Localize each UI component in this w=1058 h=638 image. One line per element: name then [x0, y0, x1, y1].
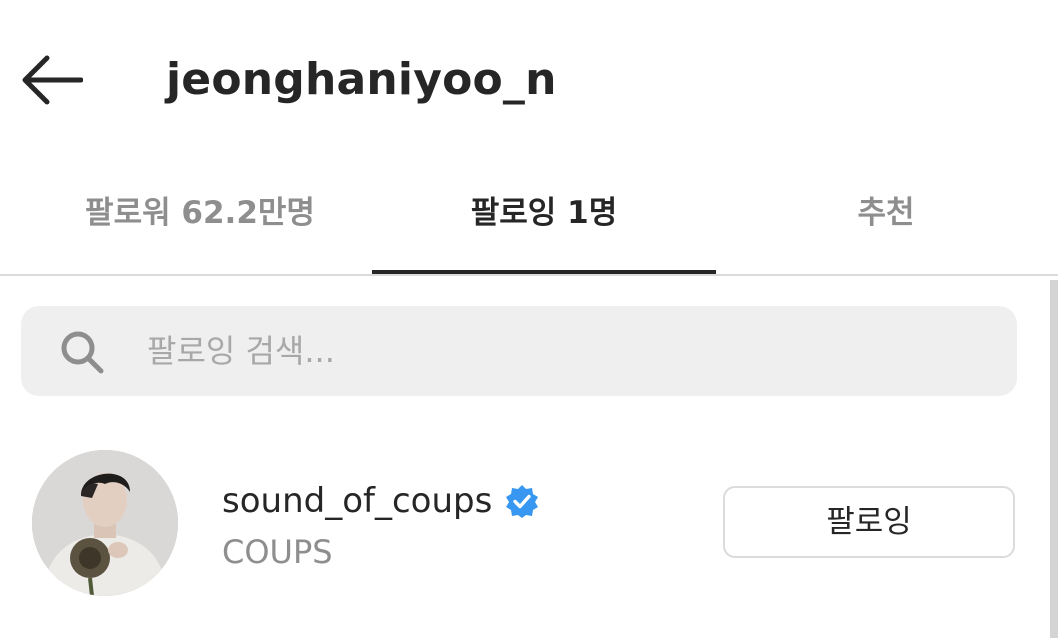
tab-suggested[interactable]: 추천 [716, 188, 1056, 238]
arrow-left-icon [22, 55, 83, 105]
tab-following[interactable]: 팔로잉 1명 [372, 188, 716, 238]
search-input[interactable] [147, 326, 987, 376]
back-button[interactable] [18, 50, 86, 110]
active-tab-indicator [372, 270, 716, 274]
tab-followers[interactable]: 팔로워 62.2만명 [30, 188, 370, 238]
header: jeonghaniyoo_n [0, 0, 1058, 160]
following-button[interactable]: 팔로잉 [723, 486, 1015, 558]
full-name: COUPS [222, 533, 333, 571]
username-row: sound_of_coups [222, 478, 540, 524]
search-icon [61, 331, 104, 374]
page-title: jeonghaniyoo_n [166, 54, 557, 105]
search-box[interactable] [21, 306, 1017, 396]
tab-bar: 팔로워 62.2만명 팔로잉 1명 추천 [0, 160, 1058, 276]
avatar-photo [32, 450, 178, 596]
list-item[interactable]: sound_of_coups COUPS 팔로잉 [0, 440, 1058, 610]
scrollbar[interactable] [1050, 280, 1058, 638]
following-screen: jeonghaniyoo_n 팔로워 62.2만명 팔로잉 1명 추천 팔로잉 … [0, 0, 1058, 638]
username[interactable]: sound_of_coups [222, 478, 492, 524]
verified-badge-icon [506, 485, 539, 518]
avatar[interactable] [32, 450, 178, 596]
